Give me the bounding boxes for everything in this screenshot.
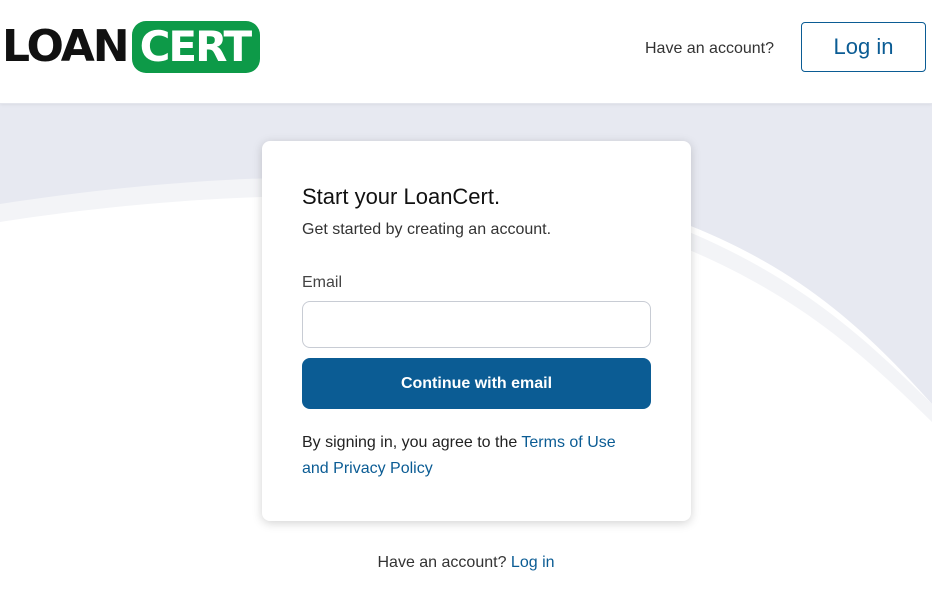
footer-have-account-text: Have an account? bbox=[377, 554, 507, 571]
header-have-account-text: Have an account? bbox=[645, 40, 774, 57]
terms-prefix: By signing in, you agree to the bbox=[302, 434, 522, 451]
email-input[interactable] bbox=[302, 301, 651, 348]
loancert-logo[interactable]: LOAN CERT bbox=[2, 20, 261, 74]
card-title: Start your LoanCert. bbox=[302, 184, 501, 209]
logo-loan-text: LOAN bbox=[2, 21, 130, 72]
terms-text: By signing in, you agree to the Terms of… bbox=[302, 430, 651, 482]
logo-cert-badge: CERT bbox=[131, 21, 261, 73]
privacy-policy-link[interactable]: Privacy Policy bbox=[333, 460, 433, 477]
continue-with-email-button[interactable]: Continue with email bbox=[302, 358, 651, 409]
signup-card: Start your LoanCert. Get started by crea… bbox=[262, 141, 691, 521]
terms-of-use-link[interactable]: Terms of Use bbox=[521, 434, 615, 451]
header-login-button[interactable]: Log in bbox=[801, 22, 926, 72]
email-label: Email bbox=[302, 274, 343, 291]
logo-cert-text: CERT bbox=[139, 22, 253, 71]
top-header: LOAN CERT Have an account? Log in bbox=[0, 0, 932, 104]
card-subtitle: Get started by creating an account. bbox=[302, 221, 552, 238]
footer-login-link[interactable]: Log in bbox=[511, 554, 555, 571]
and-privacy-link-prefix[interactable]: and bbox=[302, 460, 329, 477]
footer-login-prompt: Have an account? Log in bbox=[0, 554, 932, 572]
